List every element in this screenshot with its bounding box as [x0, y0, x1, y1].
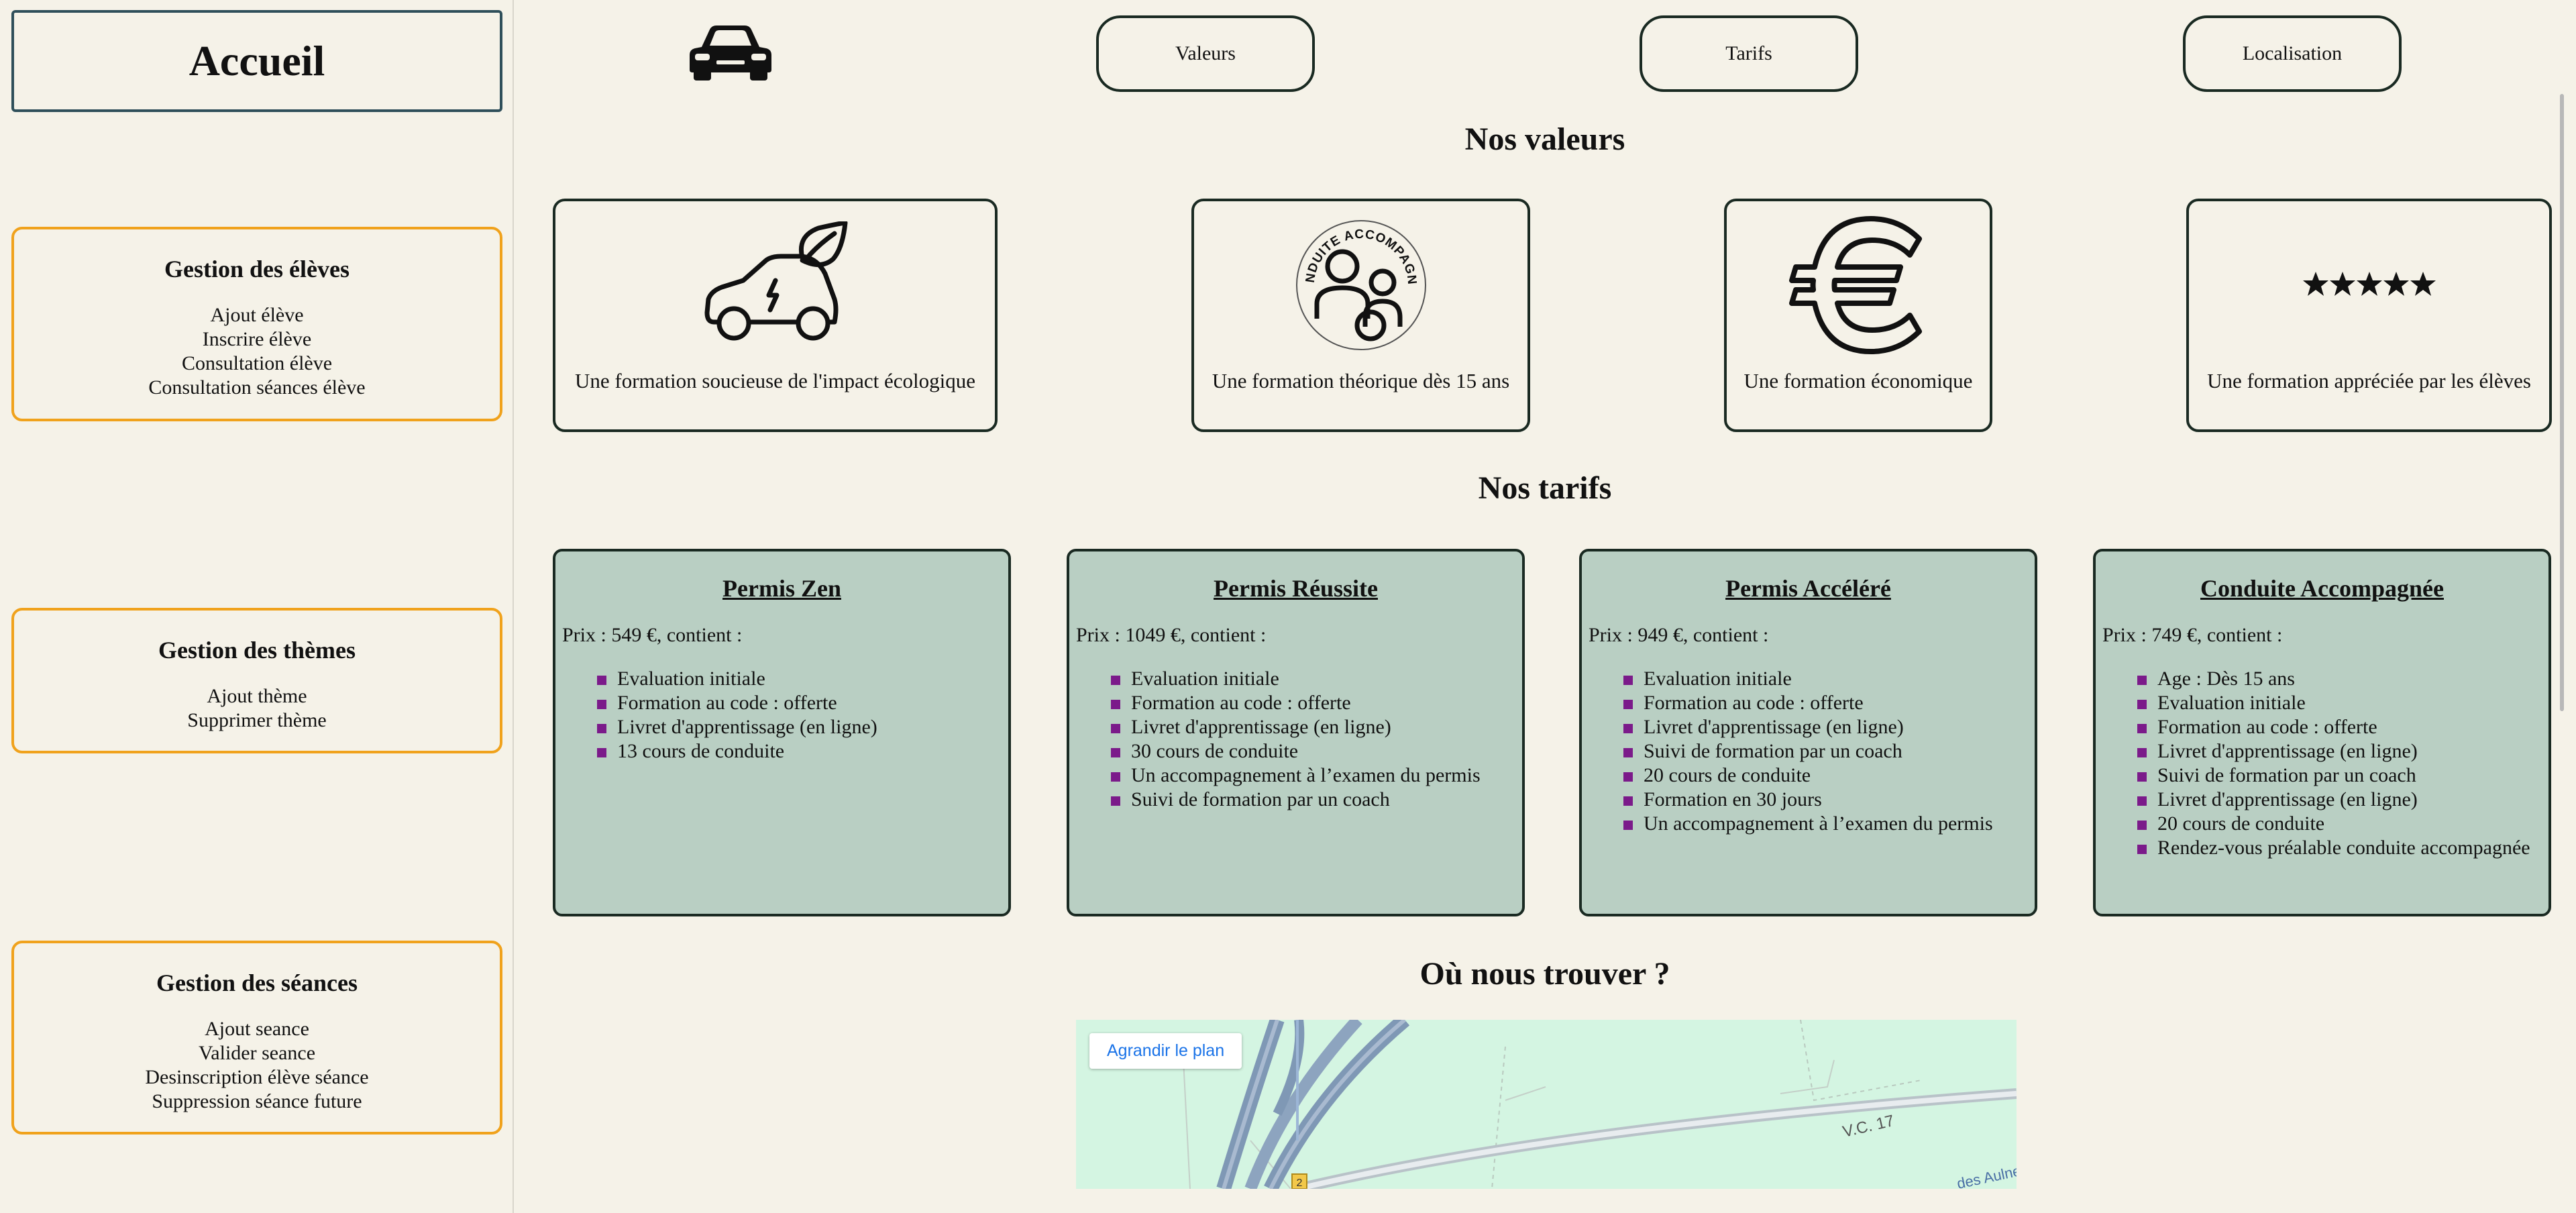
nav-location-button[interactable]: Localisation [2183, 15, 2402, 92]
price-card-zen: Permis Zen Prix : 549 €, contient : Eval… [553, 549, 1011, 916]
themes-menu-card: Gestion des thèmes Ajout thème Supprimer… [11, 608, 502, 753]
value-card-supervised: CONDUITE ACCOMPAGNÉE Une formation théor… [1191, 199, 1530, 432]
plan-features: Age : Dès 15 ans Evaluation initiale For… [2102, 667, 2542, 860]
road-number: 2 [1297, 1177, 1303, 1189]
plan-feature: Formation au code : offerte [1623, 691, 2028, 715]
plan-features: Evaluation initiale Formation au code : … [1076, 667, 1515, 812]
five-stars-icon [2189, 215, 2549, 356]
enroll-student-link[interactable]: Inscrire élève [14, 327, 500, 352]
students-menu-title: Gestion des élèves [164, 256, 350, 282]
view-student-link[interactable]: Consultation élève [14, 352, 500, 376]
price-card-reussite: Permis Réussite Prix : 1049 €, contient … [1067, 549, 1525, 916]
plan-feature: 20 cours de conduite [2137, 812, 2542, 836]
plan-title: Permis Accéléré [1725, 575, 1891, 602]
plan-feature: Livret d'apprentissage (en ligne) [597, 715, 1002, 739]
students-menu-card: Gestion des élèves Ajout élève Inscrire … [11, 227, 502, 421]
value-text-ecology: Une formation soucieuse de l'impact écol… [575, 369, 975, 392]
unenroll-session-link[interactable]: Desinscription élève séance [14, 1065, 500, 1090]
delete-future-session-link[interactable]: Suppression séance future [14, 1090, 500, 1114]
plan-feature: Un accompagnement à l’examen du permis [1111, 763, 1515, 788]
plan-feature: Formation en 30 jours [1623, 788, 2028, 812]
home-link[interactable]: Accueil [11, 10, 502, 112]
value-card-ecology: Une formation soucieuse de l'impact écol… [553, 199, 998, 432]
nav-prices-button[interactable]: Tarifs [1640, 15, 1858, 92]
nav-values-button[interactable]: Valeurs [1096, 15, 1315, 92]
euro-icon [1727, 215, 1990, 356]
plan-feature: Evaluation initiale [1623, 667, 2028, 691]
plan-feature: Evaluation initiale [597, 667, 1002, 691]
plan-feature: Formation au code : offerte [1111, 691, 1515, 715]
plan-feature: 13 cours de conduite [597, 739, 1002, 763]
plan-features: Evaluation initiale Formation au code : … [562, 667, 1002, 763]
plan-price: Prix : 749 €, contient : [2102, 624, 2283, 646]
plan-features: Evaluation initiale Formation au code : … [1589, 667, 2028, 836]
plan-feature: Suivi de formation par un coach [1111, 788, 1515, 812]
view-student-sessions-link[interactable]: Consultation séances élève [14, 376, 500, 400]
supervised-driving-badge: CONDUITE ACCOMPAGNÉE [1194, 215, 1527, 356]
plan-feature: Livret d'apprentissage (en ligne) [2137, 788, 2542, 812]
enlarge-map-button[interactable]: Agrandir le plan [1089, 1033, 1242, 1069]
plan-price: Prix : 949 €, contient : [1589, 624, 1769, 646]
add-session-link[interactable]: Ajout seance [14, 1017, 500, 1041]
value-text-supervised: Une formation théorique dès 15 ans [1212, 369, 1510, 392]
plan-feature: Suivi de formation par un coach [1623, 739, 2028, 763]
plan-feature: Formation au code : offerte [2137, 715, 2542, 739]
eco-car-icon [555, 215, 995, 356]
plan-title: Permis Zen [722, 575, 841, 602]
plan-feature: Evaluation initiale [2137, 691, 2542, 715]
plan-title: Conduite Accompagnée [2200, 575, 2444, 602]
prices-section-title: Nos tarifs [1478, 470, 1612, 506]
plan-price: Prix : 1049 €, contient : [1076, 624, 1267, 646]
value-text-rating: Une formation appréciée par les élèves [2207, 369, 2531, 392]
plan-price: Prix : 549 €, contient : [562, 624, 743, 646]
add-theme-link[interactable]: Ajout thème [14, 684, 500, 708]
add-student-link[interactable]: Ajout élève [14, 303, 500, 327]
plan-feature: Livret d'apprentissage (en ligne) [2137, 739, 2542, 763]
value-card-economic: Une formation économique [1724, 199, 1992, 432]
delete-theme-link[interactable]: Supprimer thème [14, 708, 500, 733]
sessions-menu-card: Gestion des séances Ajout seance Valider… [11, 941, 502, 1135]
sessions-menu-title: Gestion des séances [156, 969, 358, 996]
price-card-accompagnee: Conduite Accompagnée Prix : 749 €, conti… [2093, 549, 2551, 916]
plan-feature: Un accompagnement à l’examen du permis [1623, 812, 2028, 836]
value-text-economic: Une formation économique [1743, 369, 1973, 392]
plan-title: Permis Réussite [1214, 575, 1378, 602]
embedded-map[interactable]: 2 V.C. 17 des Aulne Agrandir le plan [1076, 1020, 2017, 1189]
themes-menu-title: Gestion des thèmes [158, 637, 356, 664]
plan-feature: Evaluation initiale [1111, 667, 1515, 691]
plan-feature: 20 cours de conduite [1623, 763, 2028, 788]
plan-feature: Livret d'apprentissage (en ligne) [1111, 715, 1515, 739]
plan-feature: 30 cours de conduite [1111, 739, 1515, 763]
plan-feature: Suivi de formation par un coach [2137, 763, 2542, 788]
plan-feature: Age : Dès 15 ans [2137, 667, 2542, 691]
sidebar: Accueil Gestion des élèves Ajout élève I… [0, 0, 514, 1213]
plan-feature: Formation au code : offerte [597, 691, 1002, 715]
plan-feature: Rendez-vous préalable conduite accompagn… [2137, 836, 2542, 860]
price-card-accelere: Permis Accéléré Prix : 949 €, contient :… [1579, 549, 2037, 916]
validate-session-link[interactable]: Valider seance [14, 1041, 500, 1065]
value-card-rating: Une formation appréciée par les élèves [2186, 199, 2552, 432]
values-section-title: Nos valeurs [1464, 121, 1625, 157]
map-section-title: Où nous trouver ? [1419, 956, 1670, 992]
car-icon[interactable] [687, 24, 774, 82]
vertical-scrollbar[interactable] [2560, 94, 2564, 711]
plan-feature: Livret d'apprentissage (en ligne) [1623, 715, 2028, 739]
